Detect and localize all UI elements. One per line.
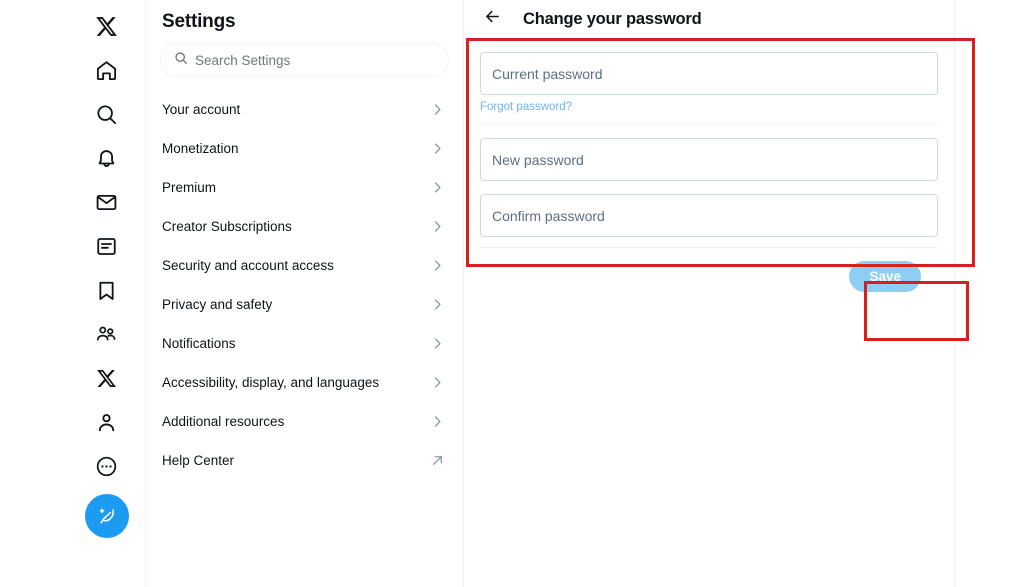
settings-item-creator-subscriptions[interactable]: Creator Subscriptions <box>146 207 463 246</box>
nav-item-explore[interactable] <box>85 92 129 136</box>
chevron-right-icon <box>430 258 445 273</box>
home-icon <box>95 59 118 82</box>
main-panel: Change your password Current password Fo… <box>464 0 1024 587</box>
settings-item-label: Your account <box>162 102 241 117</box>
search-icon <box>95 103 118 126</box>
nav-item-profile[interactable] <box>85 400 129 444</box>
nav-item-grok[interactable] <box>85 356 129 400</box>
settings-item-label: Premium <box>162 180 217 195</box>
save-row: Save <box>480 248 938 292</box>
settings-item-accessibility-display-and-languages[interactable]: Accessibility, display, and languages <box>146 363 463 402</box>
settings-menu-list: Your account Monetization Premium Creato… <box>146 85 463 480</box>
settings-item-additional-resources[interactable]: Additional resources <box>146 402 463 441</box>
bell-icon <box>95 147 118 170</box>
chevron-right-icon <box>430 102 445 117</box>
search-settings-input[interactable]: Search Settings <box>160 43 449 77</box>
external-link-icon <box>430 453 445 468</box>
current-password-placeholder: Current password <box>492 65 603 82</box>
settings-item-label: Creator Subscriptions <box>162 219 292 234</box>
settings-item-label: Monetization <box>162 141 239 156</box>
compose-feather-plus-icon <box>96 505 118 527</box>
chevron-right-icon <box>430 414 445 429</box>
change-password-form: Current password Forgot password? New pa… <box>464 38 954 292</box>
settings-item-help-center[interactable]: Help Center <box>146 441 463 480</box>
main-panel-inner: Change your password Current password Fo… <box>464 0 955 587</box>
list-icon <box>95 235 118 258</box>
settings-column: Settings Search Settings Your account Mo… <box>146 0 464 587</box>
forgot-password-link[interactable]: Forgot password? <box>480 101 572 113</box>
search-icon <box>174 51 188 70</box>
confirm-password-input[interactable]: Confirm password <box>480 194 938 237</box>
grok-x-icon <box>96 368 117 389</box>
settings-item-your-account[interactable]: Your account <box>146 90 463 129</box>
settings-heading: Settings <box>162 11 236 32</box>
settings-item-premium[interactable]: Premium <box>146 168 463 207</box>
nav-item-x-logo[interactable] <box>85 4 129 48</box>
new-password-input[interactable]: New password <box>480 138 938 181</box>
nav-item-more[interactable] <box>85 444 129 488</box>
chevron-right-icon <box>430 219 445 234</box>
nav-item-communities[interactable] <box>85 312 129 356</box>
save-button[interactable]: Save <box>849 261 921 292</box>
settings-search-wrap: Search Settings <box>146 43 463 85</box>
nav-item-messages[interactable] <box>85 180 129 224</box>
settings-item-monetization[interactable]: Monetization <box>146 129 463 168</box>
nav-item-notifications[interactable] <box>85 136 129 180</box>
search-placeholder: Search Settings <box>195 52 291 68</box>
settings-item-security-and-account-access[interactable]: Security and account access <box>146 246 463 285</box>
page-title: Change your password <box>523 9 702 28</box>
communities-icon <box>95 323 118 346</box>
settings-item-label: Help Center <box>162 453 235 468</box>
chevron-right-icon <box>430 375 445 390</box>
settings-item-label: Notifications <box>162 336 236 351</box>
nav-item-home[interactable] <box>85 48 129 92</box>
arrow-left-icon <box>484 8 501 30</box>
settings-item-notifications[interactable]: Notifications <box>146 324 463 363</box>
primary-nav-rail <box>0 0 146 587</box>
settings-item-label: Privacy and safety <box>162 297 273 312</box>
settings-item-privacy-and-safety[interactable]: Privacy and safety <box>146 285 463 324</box>
back-button[interactable] <box>479 6 505 32</box>
settings-item-label: Security and account access <box>162 258 334 273</box>
x-settings-page: Settings Search Settings Your account Mo… <box>0 0 1024 587</box>
nav-item-bookmarks[interactable] <box>85 268 129 312</box>
confirm-password-placeholder: Confirm password <box>492 207 605 224</box>
bookmark-icon <box>95 279 118 302</box>
new-password-placeholder: New password <box>492 151 584 168</box>
compose-post-button[interactable] <box>84 494 129 538</box>
nav-item-lists[interactable] <box>85 224 129 268</box>
profile-person-icon <box>95 411 118 434</box>
chevron-right-icon <box>430 336 445 351</box>
current-password-input[interactable]: Current password <box>480 52 938 95</box>
chevron-right-icon <box>430 297 445 312</box>
settings-item-label: Additional resources <box>162 414 285 429</box>
chevron-right-icon <box>430 180 445 195</box>
x-logo-icon <box>95 15 118 38</box>
settings-item-label: Accessibility, display, and languages <box>162 375 380 390</box>
chevron-right-icon <box>430 141 445 156</box>
more-circle-icon <box>95 455 118 478</box>
main-header: Change your password <box>464 0 954 38</box>
mail-icon <box>95 191 118 214</box>
